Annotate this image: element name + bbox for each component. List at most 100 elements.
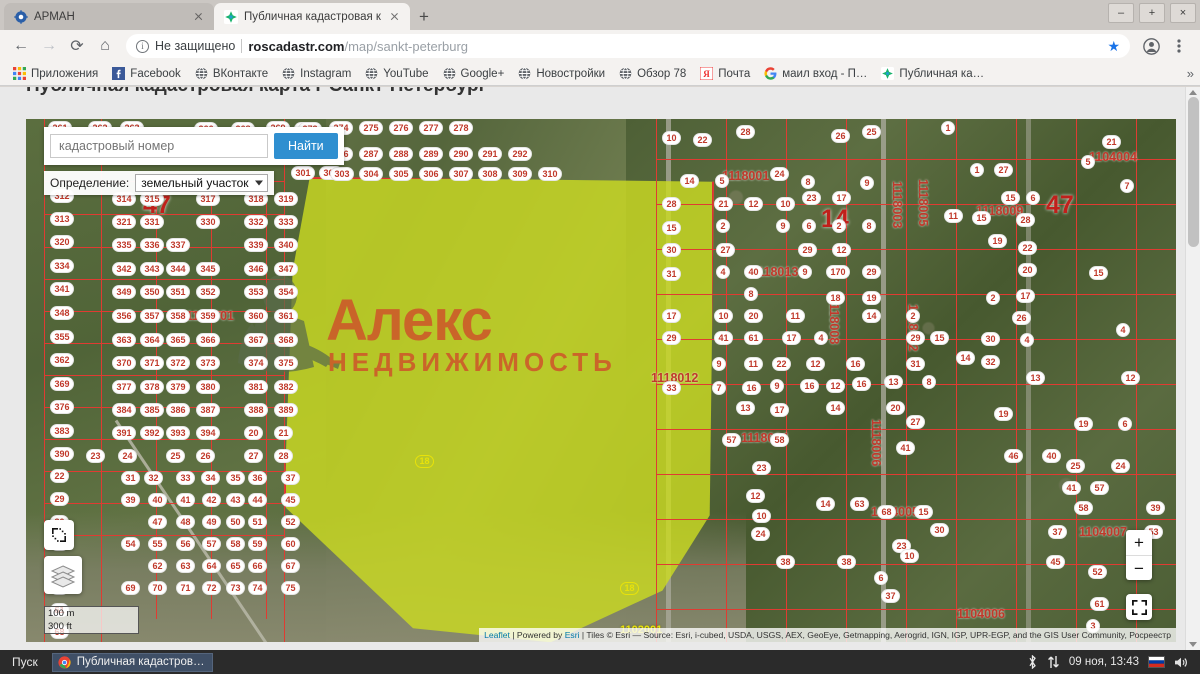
- parcel-number: 391: [112, 426, 137, 441]
- parcel-number: 385: [140, 403, 165, 418]
- layers-button[interactable]: [44, 556, 82, 594]
- parcel-number: 337: [166, 238, 191, 253]
- parcel-number: 17: [832, 191, 852, 206]
- close-icon[interactable]: [191, 9, 206, 24]
- parcel-number: 310: [538, 167, 563, 182]
- parcel-number: 25: [862, 125, 882, 140]
- parcel-number: 14: [816, 497, 836, 512]
- taskbar-clock[interactable]: 09 ноя, 13:43: [1069, 656, 1139, 668]
- parcel-number: 386: [166, 403, 191, 418]
- parcel-number: 10: [662, 131, 682, 146]
- bookmark-vkontakte[interactable]: ВКонтакте: [188, 63, 275, 85]
- home-icon[interactable]: ⌂: [92, 33, 118, 59]
- gear-icon: [14, 9, 28, 24]
- bluetooth-icon[interactable]: [1027, 655, 1038, 669]
- parcel-number: 19: [988, 234, 1008, 249]
- parcel-number: 54: [121, 537, 141, 552]
- scale-imperial: 300 ft: [44, 620, 139, 634]
- parcel-number: 26: [196, 449, 216, 464]
- bookmark-pochta[interactable]: Я Почта: [693, 63, 757, 85]
- parcel-number: 309: [508, 167, 533, 182]
- scale-bar: 100 m 300 ft: [44, 606, 139, 634]
- parcel-number: 341: [50, 282, 75, 297]
- taskbar-item-chrome[interactable]: Публичная кадастров…: [51, 652, 214, 672]
- parcel-number: 31: [121, 471, 141, 486]
- reload-icon[interactable]: ⟳: [64, 33, 90, 59]
- parcel-number: 30: [930, 523, 950, 538]
- maximize-button[interactable]: +: [1139, 3, 1165, 23]
- zoom-in-button[interactable]: +: [1126, 530, 1152, 555]
- parcel-number: 351: [166, 285, 191, 300]
- parcel-number: 47: [148, 515, 168, 530]
- zoom-out-button[interactable]: −: [1126, 555, 1152, 580]
- bookmark-public-cadastral[interactable]: Публичная ка…: [874, 63, 991, 85]
- new-tab-button[interactable]: +: [410, 3, 438, 30]
- scroll-up-icon[interactable]: [1189, 90, 1197, 95]
- parcel-number: 37: [281, 471, 301, 486]
- bookmark-obzor78[interactable]: Обзор 78: [612, 63, 693, 85]
- profile-avatar-icon[interactable]: [1138, 33, 1164, 59]
- parcel-number: 10: [776, 197, 796, 212]
- parcel-label-18b: 18: [620, 582, 640, 595]
- bookmark-facebook[interactable]: Facebook: [105, 63, 188, 85]
- search-button[interactable]: Найти: [274, 133, 338, 159]
- security-status-label: Не защищено: [155, 39, 236, 53]
- chrome-icon: [58, 655, 71, 669]
- page-scrollbar[interactable]: [1185, 87, 1200, 650]
- bookmark-youtube[interactable]: YouTube: [358, 63, 435, 85]
- parcel-number: 27: [716, 243, 736, 258]
- parcel-number: 48: [176, 515, 196, 530]
- minimize-button[interactable]: –: [1108, 3, 1134, 23]
- parcel-number: 56: [176, 537, 196, 552]
- parcel-number: 287: [359, 147, 384, 162]
- tab-arman[interactable]: АРМАН: [4, 3, 214, 30]
- close-button[interactable]: ×: [1170, 3, 1196, 23]
- three-dot-menu-icon[interactable]: [1166, 33, 1192, 59]
- parcel-number: 16: [846, 357, 866, 372]
- fullscreen-button[interactable]: [1126, 594, 1152, 620]
- parcel-number: 59: [248, 537, 268, 552]
- start-button[interactable]: Пуск: [6, 655, 44, 669]
- scroll-down-icon[interactable]: [1189, 642, 1197, 647]
- bookmark-star-icon[interactable]: ★: [1107, 38, 1120, 55]
- forward-icon[interactable]: →: [36, 33, 62, 59]
- measure-area-button[interactable]: [44, 520, 74, 550]
- parcel-number: 31: [906, 357, 926, 372]
- parcel-number: 57: [202, 537, 222, 552]
- parcel-number: 67: [281, 559, 301, 574]
- search-input[interactable]: [50, 134, 268, 158]
- define-select[interactable]: земельный участок: [135, 174, 268, 192]
- parcel-number: 19: [1074, 417, 1094, 432]
- bookmark-novostroyki[interactable]: Новостройки: [511, 63, 612, 85]
- parcel-number: 339: [244, 238, 269, 253]
- bookmark-mail-vhod[interactable]: маил вход - П…: [757, 63, 874, 85]
- volume-icon[interactable]: [1174, 656, 1188, 669]
- block-label-1118001: 1118001: [722, 169, 770, 183]
- info-circle-icon[interactable]: i: [136, 39, 149, 53]
- leaflet-link[interactable]: Leaflet: [484, 630, 510, 640]
- bookmark-googleplus[interactable]: Google+: [436, 63, 512, 85]
- tab-public-cadastral-map[interactable]: Публичная кадастровая к: [214, 3, 410, 30]
- define-select-wrapper[interactable]: земельный участок: [135, 174, 268, 192]
- network-updown-icon[interactable]: [1047, 655, 1060, 669]
- block-label-1104004: 1104004: [1089, 150, 1137, 164]
- scrollbar-thumb[interactable]: [1188, 97, 1199, 247]
- parcel-number: 383: [50, 424, 75, 439]
- parcel-number: 61: [744, 331, 764, 346]
- back-icon[interactable]: ←: [8, 33, 34, 59]
- close-icon[interactable]: [387, 9, 402, 24]
- parcel-number: 63: [176, 559, 196, 574]
- map-canvas[interactable]: Алекс НЕДВИЖИМОСТЬ 18 18 1102001 47 47 1…: [26, 119, 1176, 642]
- esri-link[interactable]: Esri: [565, 630, 580, 640]
- parcel-number: 30: [981, 332, 1001, 347]
- bookmark-label: Facebook: [130, 67, 181, 80]
- bookmark-label: Публичная ка…: [899, 67, 985, 80]
- bookmarks-overflow-button[interactable]: »: [1187, 66, 1194, 81]
- russia-flag-icon[interactable]: [1148, 656, 1165, 668]
- address-bar[interactable]: i Не защищено roscadastr.com/map/sankt-p…: [126, 34, 1130, 58]
- parcel-number: 32: [144, 471, 164, 486]
- parcel-number: 10: [752, 509, 772, 524]
- bookmark-apps[interactable]: Приложения: [6, 63, 105, 85]
- parcel-number: 348: [50, 306, 75, 321]
- bookmark-instagram[interactable]: Instagram: [275, 63, 358, 85]
